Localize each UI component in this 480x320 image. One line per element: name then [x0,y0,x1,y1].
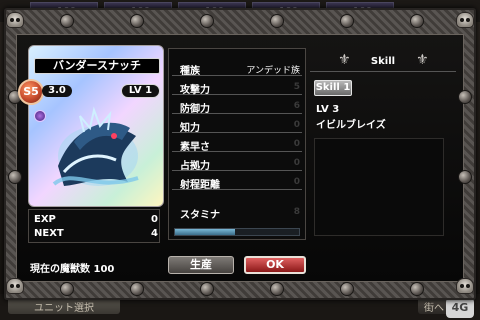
stud-ornament-icon [270,14,284,28]
stat-label: 素早さ [180,142,210,153]
exp-label: EXP [34,214,56,225]
stud-ornament-icon [130,282,144,296]
stat-value: 0 [293,177,300,187]
exp-value: 0 [151,214,158,225]
stat-row-defense: 防御力 6 [172,98,302,115]
magic-beast-count: 現在の魔獣数 100 [30,264,115,275]
stat-row-occupation: 占拠力 0 [172,155,302,172]
craft-button[interactable]: 生産 [168,256,234,274]
stud-ornament-icon [340,282,354,296]
next-row: NEXT 4 [34,228,158,239]
stat-row-intelligence: 知力 0 [172,117,302,134]
stat-label: 知力 [180,123,200,134]
skill-header: ⚜ Skill ⚜ [310,52,456,72]
next-label: NEXT [34,228,64,239]
fleur-ornament-icon: ⚜ [416,52,429,68]
stamina-label: スタミナ [180,210,220,221]
stat-row-range: 射程距離 0 [172,174,302,191]
stud-ornament-icon [458,90,472,104]
skill-description-box [314,138,444,236]
ok-button[interactable]: OK [244,256,306,274]
stamina-value: 8 [293,207,300,217]
stat-value: 0 [293,139,300,149]
skull-ornament-icon [6,12,24,28]
stat-value: 0 [293,158,300,168]
unit-name: バンダースナッチ [34,58,160,74]
stat-label: 射程距離 [180,180,220,191]
stud-ornament-icon [340,14,354,28]
stud-ornament-icon [8,170,22,184]
stat-value: 6 [293,101,300,111]
stud-ornament-icon [60,282,74,296]
stud-ornament-icon [200,282,214,296]
stat-row-stamina: スタミナ 8 [172,204,302,221]
stat-row-attack: 攻撃力 5 [172,79,302,96]
stud-ornament-icon [200,14,214,28]
tab-skill-1[interactable]: Skill 1 [314,80,352,96]
bandersnatch-creature-art [52,106,139,186]
skill-header-title: Skill [370,56,396,67]
skull-ornament-icon [6,278,24,294]
stud-ornament-icon [130,14,144,28]
skull-ornament-icon [456,278,474,294]
stat-row-race: 種族 アンデッド族 [172,60,302,77]
stud-ornament-icon [410,282,424,296]
race-value: アンデッド族 [246,66,300,76]
skill-level: LV 3 [316,104,340,115]
exp-row: EXP 0 [34,214,158,225]
watermark-logo: 4G [446,298,474,318]
stat-value: 5 [293,82,300,92]
stud-ornament-icon [270,282,284,296]
next-value: 4 [151,228,158,239]
stat-label: 防御力 [180,104,210,115]
stat-label: 占拠力 [180,161,210,172]
race-label: 種族 [180,66,200,77]
stud-ornament-icon [60,14,74,28]
skull-ornament-icon [456,12,474,28]
rank-badge: S5 [18,79,44,105]
stud-ornament-icon [410,14,424,28]
skill-name: イビルブレイズ [316,120,386,131]
stamina-bar-fill [175,229,235,235]
stamina-bar [174,228,300,236]
stud-ornament-icon [458,170,472,184]
stat-row-speed: 素早さ 0 [172,136,302,153]
stat-value: 0 [293,120,300,130]
stat-label: 攻撃力 [180,85,210,96]
